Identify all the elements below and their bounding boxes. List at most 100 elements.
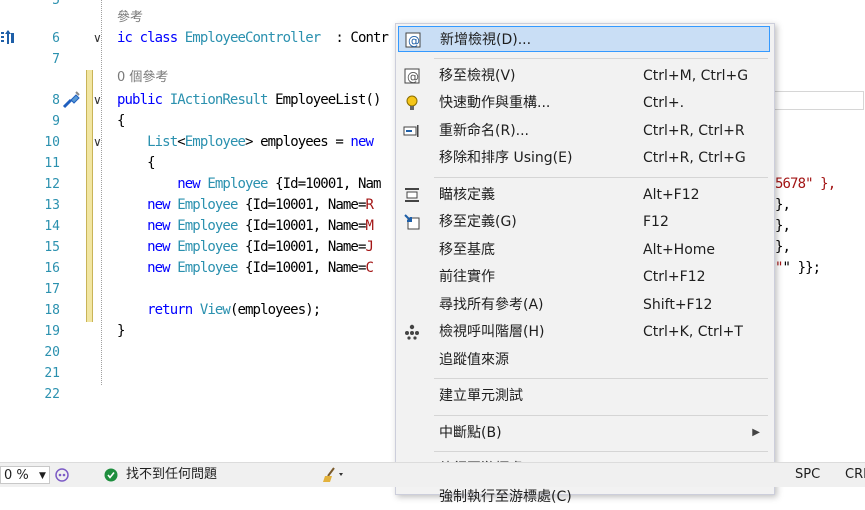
code-token: Employee bbox=[207, 176, 268, 192]
code-fragment-13: }, bbox=[775, 195, 791, 216]
call-hierarchy-icon bbox=[403, 323, 421, 341]
zoom-dropdown[interactable]: 0 % ▼ bbox=[0, 466, 50, 484]
code-token: EmployeeList() bbox=[267, 92, 381, 108]
whitespace-indicator[interactable]: SPC bbox=[795, 463, 820, 487]
menu-item-15[interactable]: 建立單元測試 bbox=[398, 383, 770, 409]
menu-item-8[interactable]: 移至定義(G) F12 bbox=[398, 209, 770, 235]
menu-item-4[interactable]: 重新命名(R)... Ctrl+R, Ctrl+R bbox=[398, 118, 770, 144]
code-token: > employees = bbox=[245, 134, 351, 150]
menu-item-7[interactable]: 瞄核定義 Alt+F12 bbox=[398, 182, 770, 208]
menu-item-shortcut: Ctrl+K, Ctrl+T bbox=[643, 324, 743, 340]
menu-item-3[interactable]: 快速動作與重構... Ctrl+. bbox=[398, 90, 770, 116]
code-token: Employee bbox=[177, 239, 238, 255]
code-fragment-14: }, bbox=[775, 216, 791, 237]
code-text: " }}; bbox=[782, 260, 822, 276]
add-view-icon: @ bbox=[404, 31, 422, 49]
menu-item-10[interactable]: 前往實作 Ctrl+F12 bbox=[398, 264, 770, 290]
menu-item-0[interactable]: @ 新增檢視(D)... bbox=[398, 26, 770, 52]
menu-item-label: 前往實作 bbox=[439, 269, 495, 285]
menu-item-2[interactable]: @ 移至檢視(V) Ctrl+M, Ctrl+G bbox=[398, 63, 770, 89]
code-text: new Employee {Id=10001, Nam bbox=[117, 174, 381, 195]
menu-item-label: 移至檢視(V) bbox=[439, 67, 516, 84]
code-text: { bbox=[117, 111, 125, 132]
codelens-references-method[interactable]: 0 個參考 bbox=[117, 67, 168, 88]
code-token: R bbox=[365, 197, 374, 213]
menu-item-label: 快速動作與重構... bbox=[439, 95, 551, 111]
code-token: ic class bbox=[117, 30, 185, 46]
menu-item-label: 瞄核定義 bbox=[439, 186, 495, 203]
menu-item-20[interactable]: 強制執行至游標處(C) bbox=[398, 484, 770, 510]
code-text: new Employee {Id=10001, Name=J bbox=[117, 237, 374, 258]
code-token: < bbox=[177, 134, 185, 150]
line-number: 12 bbox=[44, 177, 60, 192]
line-number: 15 bbox=[44, 240, 60, 255]
menu-item-shortcut: F12 bbox=[643, 214, 669, 230]
collapse-list-icon[interactable]: ∨ bbox=[93, 132, 105, 153]
code-token: {Id=10001, Nam bbox=[267, 176, 381, 192]
menu-item-shortcut: Ctrl+R, Ctrl+R bbox=[643, 122, 745, 139]
code-text: return View(employees); bbox=[117, 300, 321, 321]
menu-item-5[interactable]: 移除和排序 Using(E) Ctrl+R, Ctrl+G bbox=[398, 145, 770, 171]
collapse-method-icon[interactable]: ∨ bbox=[93, 90, 105, 111]
code-token: Employee bbox=[177, 260, 238, 276]
code-token: new bbox=[147, 218, 178, 234]
menu-separator bbox=[434, 451, 768, 452]
menu-item-label: 尋找所有參考(A) bbox=[439, 296, 544, 313]
code-text: }, bbox=[775, 239, 791, 255]
menu-item-label: 重新命名(R)... bbox=[439, 122, 530, 139]
menu-item-shortcut: Ctrl+. bbox=[643, 95, 685, 111]
goto-definition-icon bbox=[403, 213, 421, 231]
context-menu: @ 新增檢視(D)... @ 移至檢視(V) Ctrl+M, Ctrl+G 快速動作與重構… bbox=[395, 23, 775, 505]
goto-view-icon: @ bbox=[403, 67, 421, 85]
line-number: 16 bbox=[44, 261, 60, 276]
menu-item-label: 移除和排序 Using(E) bbox=[439, 150, 573, 166]
menu-item-12[interactable]: 檢視呼叫階層(H) Ctrl+K, Ctrl+T bbox=[398, 319, 770, 345]
code-token: {Id=10001, Name= bbox=[237, 260, 366, 276]
chevron-down-icon: ▼ bbox=[39, 471, 46, 481]
issues-status[interactable]: 找不到任何問題 bbox=[126, 463, 217, 487]
line-number: 7 bbox=[52, 52, 60, 67]
menu-item-label: 移至定義(G) bbox=[439, 214, 517, 230]
menu-separator bbox=[434, 414, 768, 416]
code-text: new Employee {Id=10001, Name=C bbox=[117, 258, 374, 279]
line-number: 19 bbox=[44, 324, 60, 339]
code-line[interactable]: 5 bbox=[0, 0, 865, 11]
line-number: 20 bbox=[44, 345, 60, 360]
code-token: new bbox=[147, 197, 178, 213]
code-token: return bbox=[147, 302, 200, 318]
code-token: Employee bbox=[177, 218, 238, 234]
code-token: public bbox=[117, 92, 170, 108]
menu-item-13[interactable]: 追蹤值來源 bbox=[398, 347, 770, 373]
peek-definition-icon bbox=[403, 186, 421, 204]
collapse-class-icon[interactable]: ∨ bbox=[93, 28, 105, 49]
svg-text:@: @ bbox=[408, 34, 420, 48]
current-line-highlight bbox=[770, 91, 864, 110]
menu-item-label: 檢視呼叫階層(H) bbox=[439, 324, 545, 340]
line-number: 18 bbox=[44, 303, 60, 318]
menu-separator bbox=[434, 378, 768, 379]
menu-item-shortcut: Ctrl+M, Ctrl+G bbox=[643, 67, 749, 84]
menu-item-label: 移至基底 bbox=[439, 241, 495, 258]
menu-item-11[interactable]: 尋找所有參考(A) Shift+F12 bbox=[398, 292, 770, 318]
copilot-icon[interactable] bbox=[55, 463, 69, 487]
lightbulb-icon bbox=[403, 94, 421, 112]
menu-item-label: 強制執行至游標處(C) bbox=[439, 488, 572, 505]
code-token: EmployeeController bbox=[184, 30, 321, 46]
menu-item-9[interactable]: 移至基底 Alt+Home bbox=[398, 237, 770, 263]
menu-item-label: 追蹤值來源 bbox=[439, 351, 509, 368]
code-text: public IActionResult EmployeeList() bbox=[117, 90, 381, 111]
code-token: List bbox=[147, 134, 178, 150]
code-text: }, bbox=[775, 197, 791, 213]
line-ending-indicator[interactable]: CRL bbox=[845, 463, 865, 487]
code-text: new Employee {Id=10001, Name=R bbox=[117, 195, 374, 216]
code-cleanup-broom-icon[interactable] bbox=[322, 463, 346, 487]
code-token: new bbox=[147, 239, 178, 255]
code-token: new bbox=[147, 260, 178, 276]
code-text: List<Employee> employees = new bbox=[117, 132, 374, 153]
code-token: { bbox=[117, 113, 125, 129]
menu-item-17[interactable]: 中斷點(B) ▶ bbox=[398, 420, 770, 446]
